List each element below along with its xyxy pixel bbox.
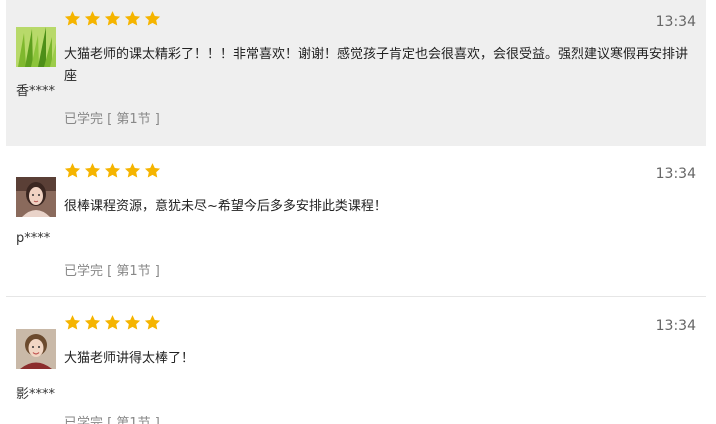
star-icon bbox=[84, 10, 101, 27]
review-content: 很棒课程资源，意犹未尽~希望今后多多安排此类课程！ bbox=[64, 199, 387, 214]
star-icon bbox=[144, 314, 161, 331]
review-content: 大猫老师讲得太棒了！ bbox=[64, 351, 195, 366]
star-icon bbox=[124, 10, 141, 27]
star-icon bbox=[144, 162, 161, 179]
review-item: 香**** 13:34 大猫老师的课太精彩了！！！非常喜欢！谢谢！感觉孩子肯定也… bbox=[6, 0, 706, 146]
username[interactable]: 影**** bbox=[16, 383, 55, 402]
star-icon bbox=[104, 10, 121, 27]
star-icon bbox=[64, 162, 81, 179]
star-rating bbox=[64, 162, 161, 179]
review-time: 13:34 bbox=[655, 166, 696, 182]
learning-progress: 已学完 [ 第1节 ] bbox=[64, 264, 160, 279]
star-icon bbox=[124, 162, 141, 179]
username[interactable]: p**** bbox=[16, 231, 50, 246]
star-icon bbox=[104, 314, 121, 331]
review-item: p**** 13:34 很棒课程资源，意犹未尽~希望今后多多安排此类课程！ 已学… bbox=[6, 147, 706, 297]
star-icon bbox=[64, 10, 81, 27]
star-icon bbox=[84, 162, 101, 179]
review-time: 13:34 bbox=[655, 14, 696, 30]
green-grass-avatar[interactable] bbox=[16, 27, 56, 67]
review-list: 香**** 13:34 大猫老师的课太精彩了！！！非常喜欢！谢谢！感觉孩子肯定也… bbox=[0, 0, 716, 424]
username[interactable]: 香**** bbox=[16, 80, 55, 99]
review-item: 影**** 13:34 大猫老师讲得太棒了！ 已学完 [ 第1节 ] bbox=[6, 299, 706, 424]
star-rating bbox=[64, 10, 161, 27]
learning-progress: 已学完 [ 第1节 ] bbox=[64, 112, 160, 127]
star-icon bbox=[104, 162, 121, 179]
review-time: 13:34 bbox=[655, 318, 696, 334]
star-icon bbox=[144, 10, 161, 27]
star-rating bbox=[64, 314, 161, 331]
learning-progress: 已学完 [ 第1节 ] bbox=[64, 416, 160, 424]
star-icon bbox=[84, 314, 101, 331]
woman-portrait-avatar[interactable] bbox=[16, 177, 56, 217]
review-content: 大猫老师的课太精彩了！！！非常喜欢！谢谢！感觉孩子肯定也会很喜欢，会很受益。强烈… bbox=[64, 47, 689, 84]
star-icon bbox=[124, 314, 141, 331]
star-icon bbox=[64, 314, 81, 331]
woman-smiling-avatar[interactable] bbox=[16, 329, 56, 369]
